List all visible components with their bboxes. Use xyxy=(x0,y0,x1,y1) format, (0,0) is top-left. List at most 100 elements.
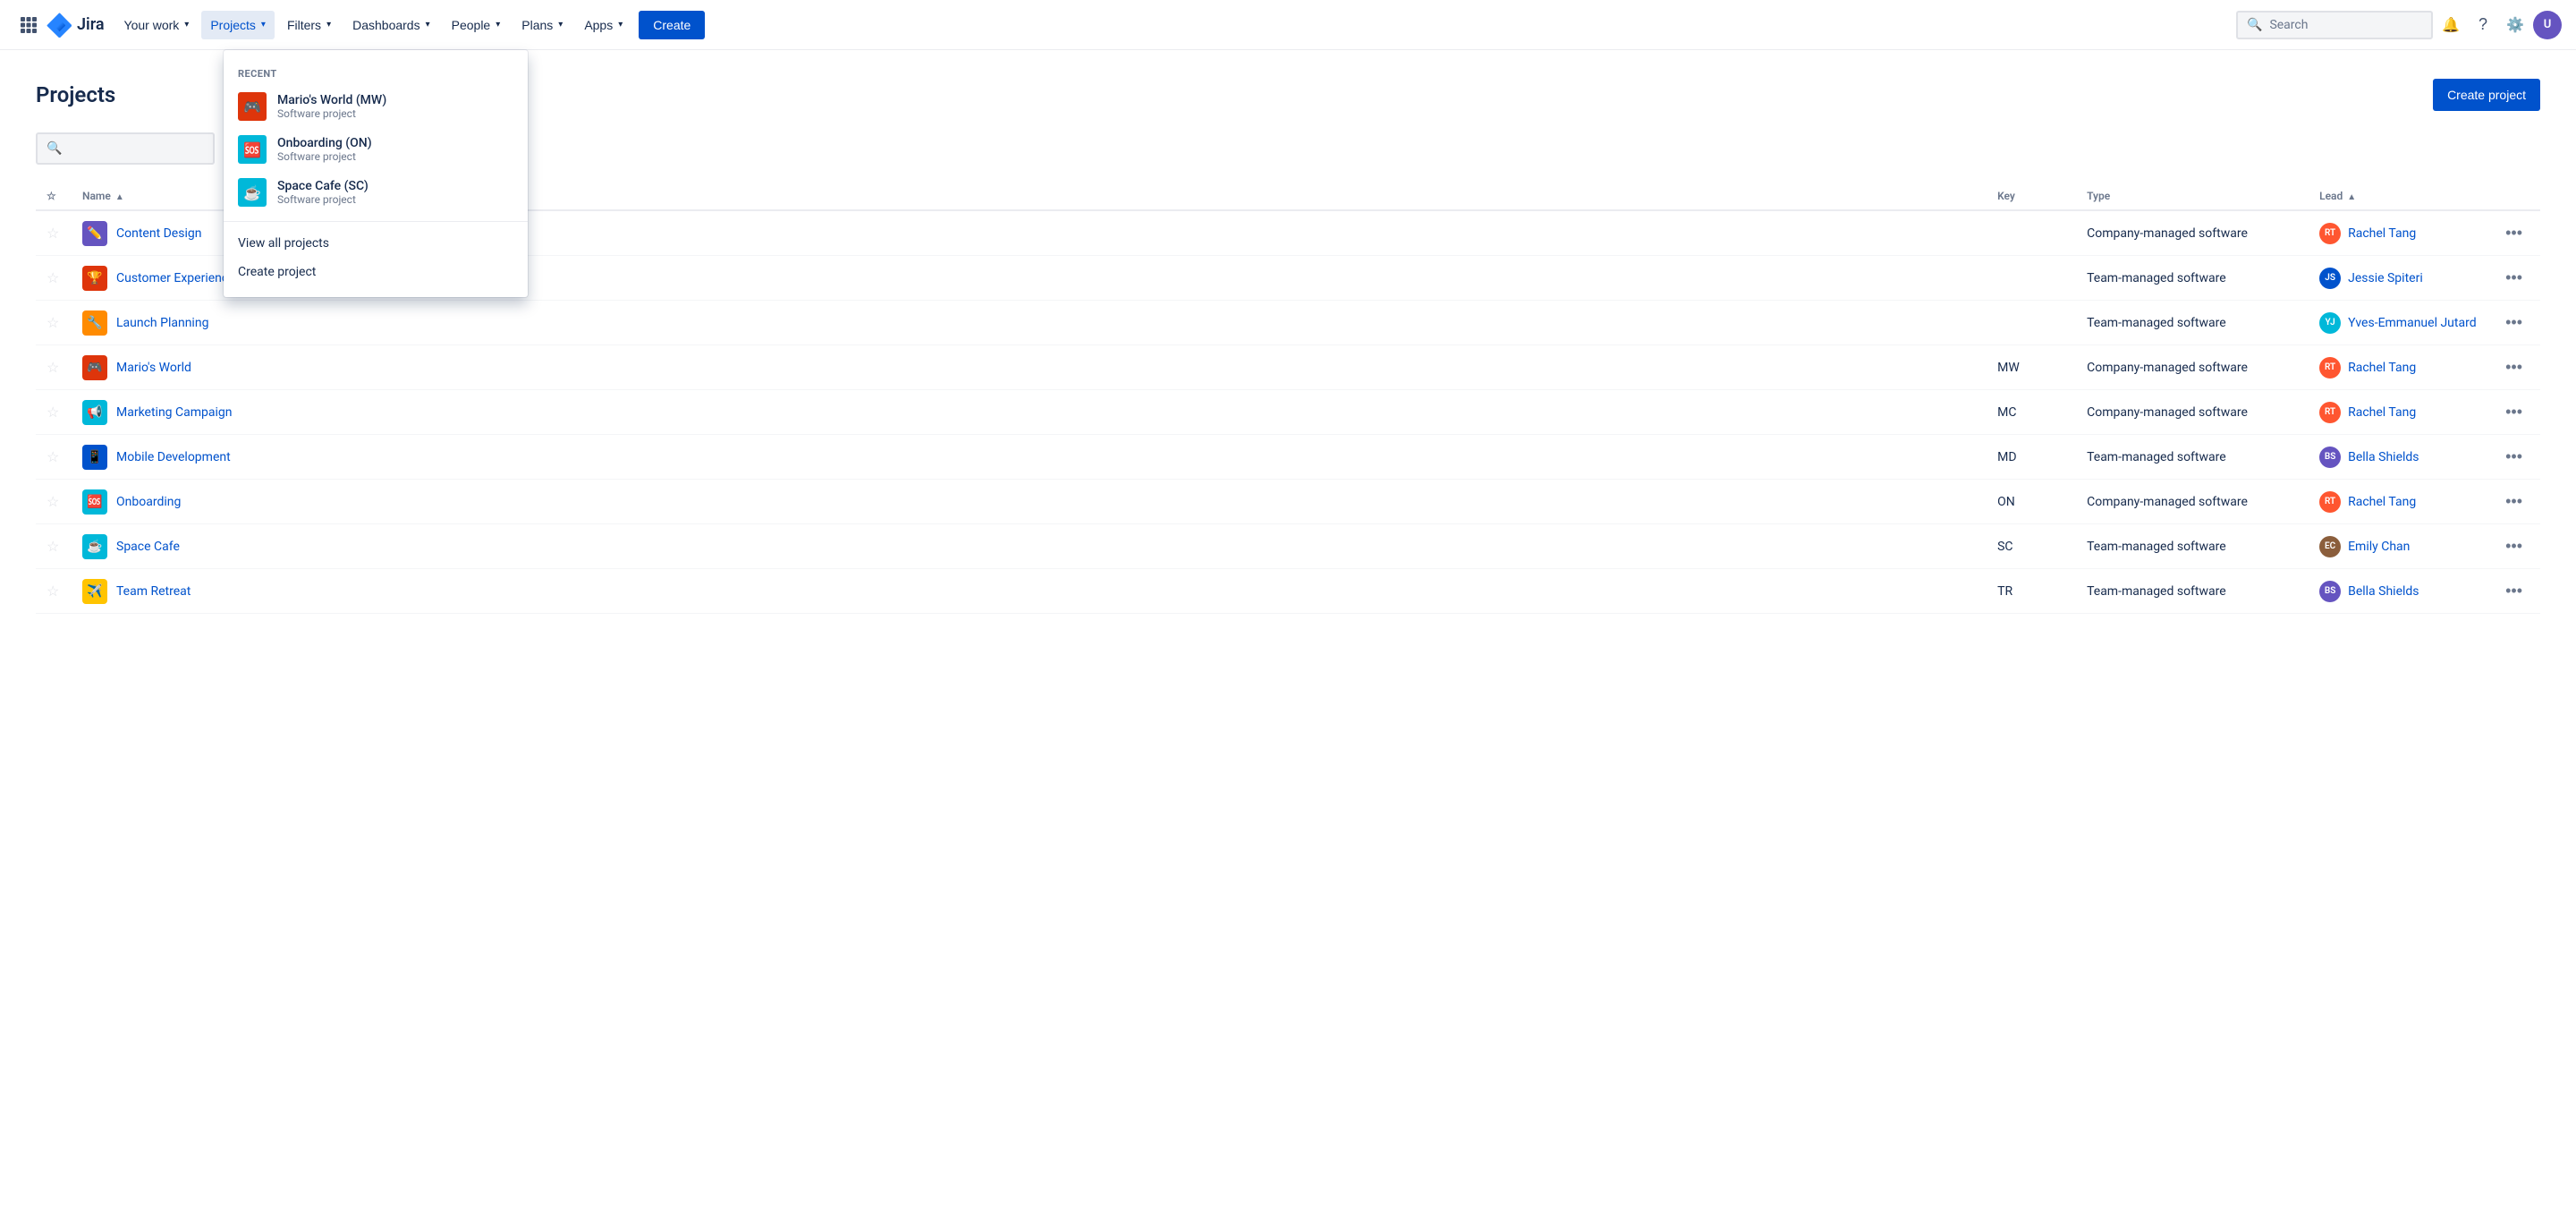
settings-button[interactable]: ⚙️ xyxy=(2501,11,2529,39)
star-icon[interactable]: ☆ xyxy=(47,359,59,376)
more-options-button[interactable]: ••• xyxy=(2498,533,2529,559)
sort-arrow-icon: ▲ xyxy=(115,192,124,202)
nav-apps[interactable]: Apps ▾ xyxy=(575,11,631,39)
project-icon: ☕ xyxy=(82,534,107,559)
global-search[interactable]: 🔍 Search xyxy=(2236,11,2433,39)
star-icon[interactable]: ☆ xyxy=(47,583,59,600)
user-avatar[interactable]: U xyxy=(2533,11,2562,39)
key-cell xyxy=(1987,256,2076,301)
dropdown-item-sub: Software project xyxy=(277,150,372,163)
project-icon: 🏆 xyxy=(82,266,107,291)
type-cell: Company-managed software xyxy=(2076,345,2309,390)
more-options-button[interactable]: ••• xyxy=(2498,310,2529,336)
type-cell: Company-managed software xyxy=(2076,480,2309,524)
nav-people[interactable]: People ▾ xyxy=(443,11,510,39)
project-name-link[interactable]: Onboarding xyxy=(116,495,181,509)
nav-dashboards[interactable]: Dashboards ▾ xyxy=(343,11,439,39)
create-project-dropdown-link[interactable]: Create project xyxy=(224,258,528,286)
name-cell: 🎮 Mario's World xyxy=(72,345,1987,390)
dropdown-item-name: Mario's World (MW) xyxy=(277,93,386,107)
project-name-link[interactable]: Marketing Campaign xyxy=(116,405,233,420)
more-options-button[interactable]: ••• xyxy=(2498,354,2529,380)
notifications-button[interactable]: 🔔 xyxy=(2436,11,2465,39)
search-icon: 🔍 xyxy=(47,141,62,156)
dropdown-item-icon: 🎮 xyxy=(238,92,267,121)
project-icon: 🎮 xyxy=(82,355,107,380)
star-cell: ☆ xyxy=(36,256,72,301)
lead-name-link[interactable]: Jessie Spiteri xyxy=(2348,271,2423,285)
more-options-button[interactable]: ••• xyxy=(2498,265,2529,291)
lead-name-link[interactable]: Emily Chan xyxy=(2348,540,2410,554)
lead-cell: EC Emily Chan xyxy=(2309,524,2487,569)
more-options-button[interactable]: ••• xyxy=(2498,489,2529,515)
lead-name-link[interactable]: Yves-Emmanuel Jutard xyxy=(2348,316,2477,330)
star-icon[interactable]: ☆ xyxy=(47,538,59,555)
jira-logo[interactable]: Jira xyxy=(47,13,105,38)
project-search-box[interactable]: 🔍 xyxy=(36,132,215,165)
th-more xyxy=(2487,183,2540,210)
dropdown-recent-item[interactable]: ☕ Space Cafe (SC) Software project xyxy=(224,171,528,214)
lead-name-link[interactable]: Rachel Tang xyxy=(2348,405,2416,420)
more-cell: ••• xyxy=(2487,301,2540,345)
more-options-button[interactable]: ••• xyxy=(2498,220,2529,246)
projects-dropdown: RECENT 🎮 Mario's World (MW) Software pro… xyxy=(224,50,528,297)
nav-filters[interactable]: Filters ▾ xyxy=(278,11,340,39)
star-icon[interactable]: ☆ xyxy=(47,493,59,510)
name-cell: 🆘 Onboarding xyxy=(72,480,1987,524)
lead-name-link[interactable]: Bella Shields xyxy=(2348,450,2419,464)
more-options-button[interactable]: ••• xyxy=(2498,399,2529,425)
lead-name-link[interactable]: Rachel Tang xyxy=(2348,226,2416,241)
star-icon[interactable]: ☆ xyxy=(47,225,59,242)
project-name-link[interactable]: Content Design xyxy=(116,226,201,241)
nav-your-work[interactable]: Your work ▾ xyxy=(115,11,199,39)
dropdown-recent-item[interactable]: 🎮 Mario's World (MW) Software project xyxy=(224,85,528,128)
star-cell: ☆ xyxy=(36,435,72,480)
more-options-button[interactable]: ••• xyxy=(2498,444,2529,470)
sort-arrow-icon: ▲ xyxy=(2347,192,2356,202)
name-cell: ☕ Space Cafe xyxy=(72,524,1987,569)
key-cell: TR xyxy=(1987,569,2076,614)
lead-name-link[interactable]: Bella Shields xyxy=(2348,584,2419,599)
dropdown-item-icon: ☕ xyxy=(238,178,267,207)
lead-name-link[interactable]: Rachel Tang xyxy=(2348,361,2416,375)
nav-plans[interactable]: Plans ▾ xyxy=(513,11,572,39)
project-name-link[interactable]: Customer Experience xyxy=(116,271,235,285)
star-cell: ☆ xyxy=(36,390,72,435)
more-cell: ••• xyxy=(2487,390,2540,435)
key-cell xyxy=(1987,210,2076,256)
star-icon[interactable]: ☆ xyxy=(47,314,59,331)
lead-name-link[interactable]: Rachel Tang xyxy=(2348,495,2416,509)
create-project-button[interactable]: Create project xyxy=(2433,79,2540,111)
th-lead[interactable]: Lead ▲ xyxy=(2309,183,2487,210)
lead-avatar: YJ xyxy=(2319,312,2341,334)
nav-projects[interactable]: Projects ▾ xyxy=(201,11,275,39)
star-icon[interactable]: ☆ xyxy=(47,448,59,465)
star-cell: ☆ xyxy=(36,524,72,569)
type-cell: Team-managed software xyxy=(2076,524,2309,569)
dropdown-recent-item[interactable]: 🆘 Onboarding (ON) Software project xyxy=(224,128,528,171)
lead-cell: BS Bella Shields xyxy=(2309,569,2487,614)
project-name-link[interactable]: Space Cafe xyxy=(116,540,180,554)
star-cell: ☆ xyxy=(36,210,72,256)
star-cell: ☆ xyxy=(36,480,72,524)
type-cell: Company-managed software xyxy=(2076,210,2309,256)
grid-menu-icon[interactable] xyxy=(14,11,43,39)
star-icon[interactable]: ☆ xyxy=(47,404,59,421)
project-name-link[interactable]: Launch Planning xyxy=(116,316,208,330)
name-cell: 🔧 Launch Planning xyxy=(72,301,1987,345)
project-search-input[interactable] xyxy=(69,141,204,156)
star-icon[interactable]: ☆ xyxy=(47,269,59,286)
project-icon: 🔧 xyxy=(82,311,107,336)
view-all-projects-link[interactable]: View all projects xyxy=(224,229,528,258)
lead-cell: JS Jessie Spiteri xyxy=(2309,256,2487,301)
key-cell: SC xyxy=(1987,524,2076,569)
project-name-link[interactable]: Mario's World xyxy=(116,361,191,375)
more-options-button[interactable]: ••• xyxy=(2498,578,2529,604)
project-name-link[interactable]: Team Retreat xyxy=(116,584,191,599)
project-icon: ✈️ xyxy=(82,579,107,604)
project-name-link[interactable]: Mobile Development xyxy=(116,450,231,464)
lead-avatar: RT xyxy=(2319,491,2341,513)
create-button[interactable]: Create xyxy=(639,11,705,39)
help-button[interactable]: ? xyxy=(2469,11,2497,39)
gear-icon: ⚙️ xyxy=(2506,16,2524,34)
